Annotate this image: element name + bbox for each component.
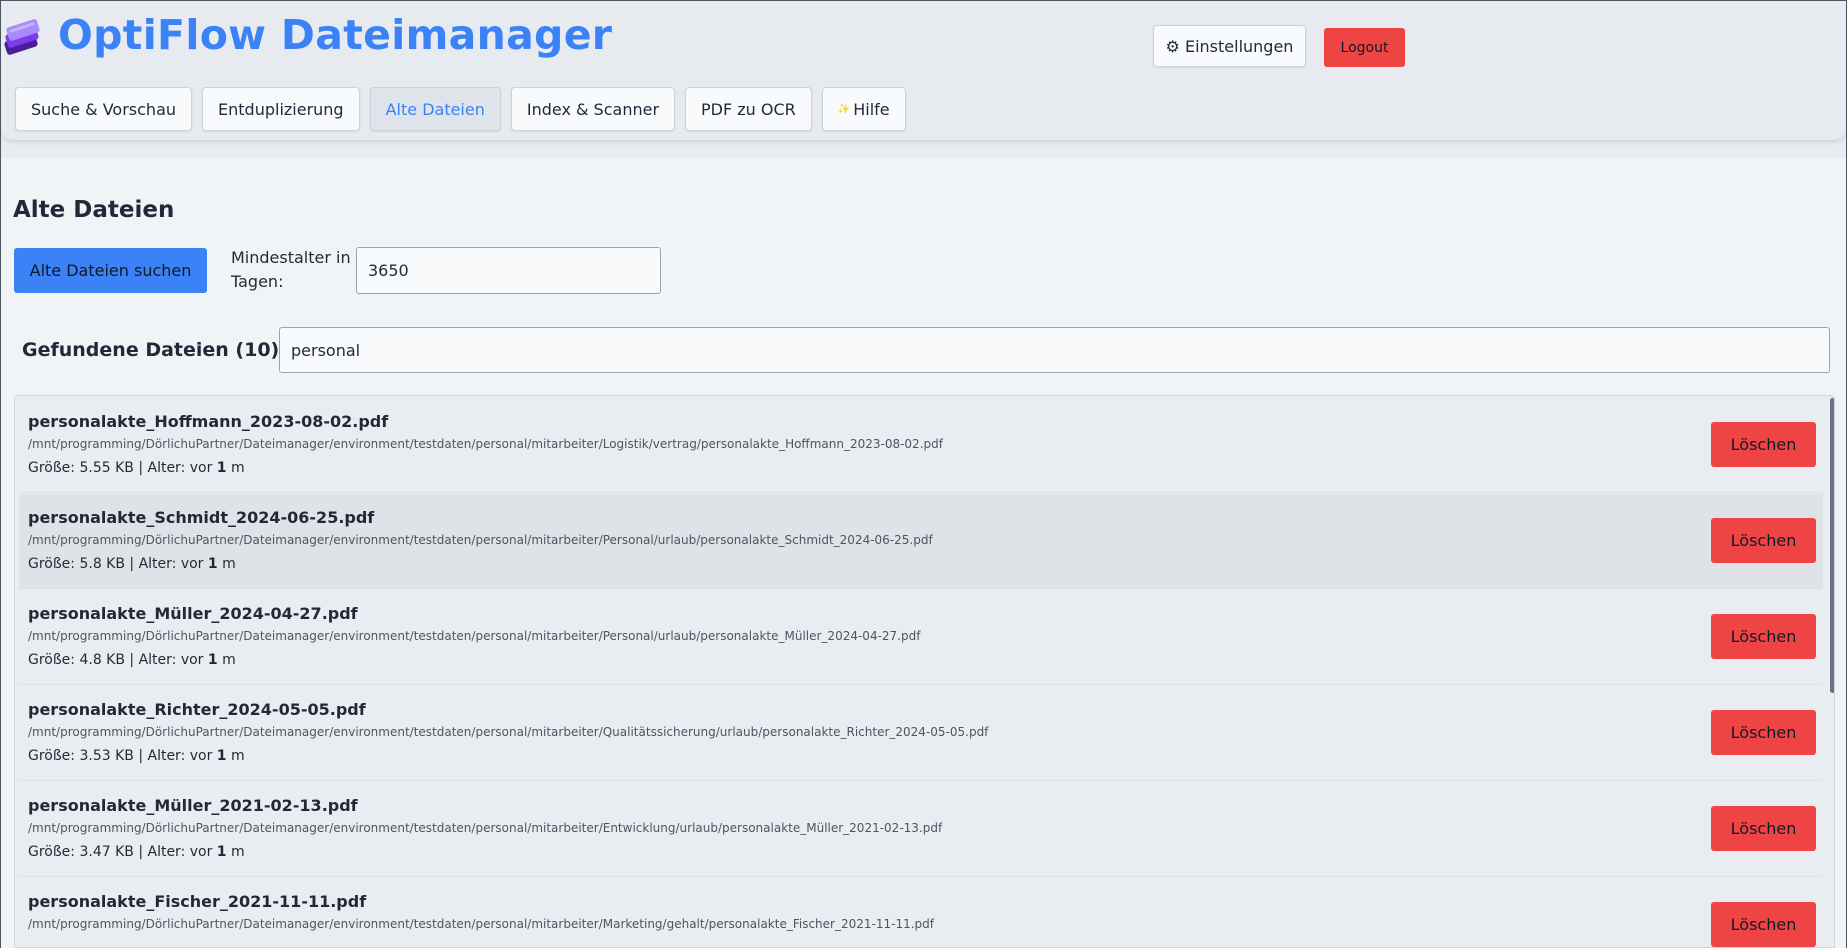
delete-button[interactable]: Löschen — [1711, 422, 1816, 467]
delete-button[interactable]: Löschen — [1711, 614, 1816, 659]
tab-bar: Suche & Vorschau Entduplizierung Alte Da… — [15, 87, 906, 131]
file-name: personalakte_Fischer_2021-11-11.pdf — [28, 892, 367, 911]
list-item: personalakte_Müller_2024-04-27.pdf /mnt/… — [19, 590, 1823, 685]
tab-search-preview[interactable]: Suche & Vorschau — [15, 87, 193, 131]
sparkle-icon: ✨ — [837, 103, 851, 115]
file-size-label: Größe: 4.8 KB | Alter: vor — [28, 652, 208, 668]
tab-label: Alte Dateien — [385, 99, 485, 119]
delete-button[interactable]: Löschen — [1711, 518, 1816, 563]
file-age-unit: m — [226, 844, 245, 860]
app-title: OptiFlow Dateimanager — [58, 11, 613, 59]
file-path: /mnt/programming/DörlichuPartner/Dateima… — [28, 629, 921, 643]
file-meta: Größe: 3.47 KB | Alter: vor 1 m — [28, 844, 245, 860]
found-files-label: Gefundene Dateien (10): — [22, 339, 287, 361]
file-meta: Größe: 4.8 KB | Alter: vor 1 m — [28, 652, 236, 668]
file-path: /mnt/programming/DörlichuPartner/Dateima… — [28, 821, 943, 835]
delete-button[interactable]: Löschen — [1711, 710, 1816, 755]
file-path: /mnt/programming/DörlichuPartner/Dateima… — [28, 437, 943, 451]
main-content: Alte Dateien Alte Dateien suchen Mindest… — [1, 158, 1846, 948]
find-old-files-button[interactable]: Alte Dateien suchen — [14, 248, 207, 293]
file-name: personalakte_Schmidt_2024-06-25.pdf — [28, 508, 375, 527]
file-meta: Größe: 5.55 KB | Alter: vor 1 m — [28, 460, 245, 476]
file-age-value: 1 — [216, 460, 227, 476]
tab-label: Hilfe — [853, 99, 890, 119]
min-age-input[interactable] — [356, 247, 661, 294]
file-age-value: 1 — [207, 556, 218, 572]
tab-help[interactable]: ✨ Hilfe — [821, 87, 906, 131]
file-path: /mnt/programming/DörlichuPartner/Dateima… — [28, 725, 989, 739]
file-name: personalakte_Richter_2024-05-05.pdf — [28, 700, 366, 719]
file-meta: Größe: 3.53 KB | Alter: vor 1 m — [28, 748, 245, 764]
file-path: /mnt/programming/DörlichuPartner/Dateima… — [28, 533, 933, 547]
tab-label: Index & Scanner — [526, 99, 660, 119]
file-age-value: 1 — [216, 748, 227, 764]
tab-old-files[interactable]: Alte Dateien — [369, 87, 501, 131]
file-size-label: Größe: 3.53 KB | Alter: vor — [28, 748, 217, 764]
tab-label: Suche & Vorschau — [31, 99, 177, 119]
file-list[interactable]: personalakte_Hoffmann_2023-08-02.pdf /mn… — [14, 395, 1835, 948]
file-age-value: 1 — [207, 652, 218, 668]
logout-button[interactable]: Logout — [1324, 28, 1405, 67]
file-name: personalakte_Müller_2021-02-13.pdf — [28, 796, 358, 815]
list-item: personalakte_Richter_2024-05-05.pdf /mnt… — [19, 686, 1823, 781]
file-age-value: 1 — [216, 844, 227, 860]
settings-button[interactable]: ⚙ Einstellungen — [1153, 25, 1306, 67]
file-meta: Größe: 5.8 KB | Alter: vor 1 m — [28, 556, 236, 572]
list-item: personalakte_Hoffmann_2023-08-02.pdf /mn… — [19, 398, 1823, 493]
file-size-label: Größe: 5.55 KB | Alter: vor — [28, 460, 217, 476]
tab-pdf-ocr[interactable]: PDF zu OCR — [685, 87, 812, 131]
settings-button-label: ⚙ Einstellungen — [1165, 36, 1294, 56]
file-size-label: Größe: 3.47 KB | Alter: vor — [28, 844, 217, 860]
tab-deduplication[interactable]: Entduplizierung — [202, 87, 360, 131]
file-age-unit: m — [217, 652, 236, 668]
list-item: personalakte_Fischer_2021-11-11.pdf /mnt… — [19, 878, 1823, 947]
delete-button[interactable]: Löschen — [1711, 806, 1816, 851]
min-age-label: Mindestalter in Tagen: — [231, 248, 351, 291]
file-age-unit: m — [226, 748, 245, 764]
delete-button[interactable]: Löschen — [1711, 902, 1816, 947]
app-header: OptiFlow Dateimanager ⚙ Einstellungen Lo… — [1, 1, 1846, 141]
tab-index-scanner[interactable]: Index & Scanner — [510, 87, 676, 131]
list-item: personalakte_Müller_2021-02-13.pdf /mnt/… — [19, 782, 1823, 877]
app-logo-icon — [4, 19, 40, 55]
list-item: personalakte_Schmidt_2024-06-25.pdf /mnt… — [19, 494, 1823, 589]
file-path: /mnt/programming/DörlichuPartner/Dateima… — [28, 917, 934, 931]
file-age-unit: m — [217, 556, 236, 572]
file-name: personalakte_Müller_2024-04-27.pdf — [28, 604, 358, 623]
page-title: Alte Dateien — [13, 197, 175, 223]
file-age-unit: m — [226, 460, 245, 476]
list-scrollbar[interactable] — [1830, 398, 1834, 693]
tab-label: PDF zu OCR — [701, 99, 796, 119]
file-size-label: Größe: 5.8 KB | Alter: vor — [28, 556, 208, 572]
file-filter-input[interactable] — [279, 327, 1830, 373]
tab-label: Entduplizierung — [218, 99, 344, 119]
file-name: personalakte_Hoffmann_2023-08-02.pdf — [28, 412, 389, 431]
